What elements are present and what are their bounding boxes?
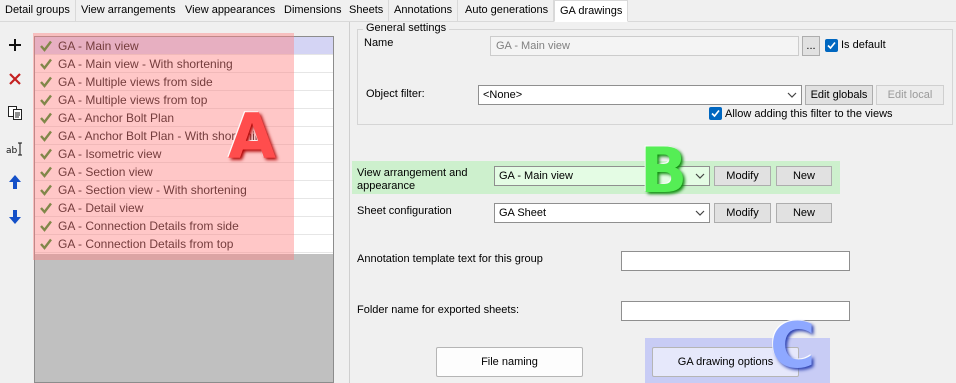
chevron-down-icon: [695, 210, 705, 216]
name-label: Name: [364, 37, 394, 49]
annotation-template-label: Annotation template text for this group: [357, 253, 543, 265]
allow-filter-label: Allow adding this filter to the views: [725, 108, 893, 120]
is-default-label: Is default: [841, 39, 886, 51]
svg-text:ab: ab: [6, 146, 18, 156]
view-arrangement-value: GA - Main view: [499, 170, 573, 182]
tab-detail-groups[interactable]: Detail groups: [0, 0, 76, 21]
copy-icon: [8, 106, 22, 120]
annotation-template-input[interactable]: [621, 251, 850, 271]
panel-divider: [349, 22, 350, 383]
add-button[interactable]: [4, 34, 26, 56]
move-down-button[interactable]: [4, 206, 26, 228]
plus-icon: [9, 39, 21, 51]
annotation-letter-a: A: [228, 100, 276, 173]
delete-button[interactable]: [4, 68, 26, 90]
browse-button[interactable]: ...: [802, 36, 820, 56]
allow-filter-checkbox[interactable]: [709, 107, 722, 120]
tab-annotations[interactable]: Annotations: [389, 0, 459, 21]
general-settings-title: General settings: [363, 22, 450, 34]
annotation-letter-c: C: [770, 309, 816, 382]
object-filter-select[interactable]: <None>: [478, 85, 802, 105]
edit-globals-button[interactable]: Edit globals: [805, 85, 873, 105]
rename-icon: ab: [6, 142, 22, 156]
checkmark-icon: [711, 109, 720, 118]
tab-view-appearances[interactable]: View appearances: [180, 0, 282, 21]
tab-dimensions[interactable]: Dimensions: [279, 0, 348, 21]
name-input[interactable]: GA - Main view: [490, 36, 799, 56]
red-x-icon: [9, 73, 21, 85]
object-filter-value: <None>: [483, 89, 523, 101]
sheet-configuration-value: GA Sheet: [499, 207, 547, 219]
tab-view-arrangements[interactable]: View arrangements: [76, 0, 182, 21]
copy-button[interactable]: [4, 102, 26, 124]
rename-button[interactable]: ab: [4, 138, 26, 160]
chevron-down-icon: [695, 173, 705, 179]
view-arrangement-new-button[interactable]: New: [776, 166, 832, 186]
arrow-up-icon: [9, 175, 21, 189]
edit-local-button[interactable]: Edit local: [876, 85, 944, 105]
arrow-down-icon: [9, 210, 21, 224]
sheet-configuration-select[interactable]: GA Sheet: [494, 203, 710, 223]
object-filter-label: Object filter:: [366, 88, 425, 100]
move-up-button[interactable]: [4, 171, 26, 193]
tab-auto-generations[interactable]: Auto generations: [460, 0, 555, 21]
view-arrangement-label: View arrangement and appearance: [357, 167, 468, 192]
sheet-configuration-new-button[interactable]: New: [776, 203, 832, 223]
folder-name-label: Folder name for exported sheets:: [357, 304, 520, 316]
tab-sheets[interactable]: Sheets: [344, 0, 390, 21]
file-naming-button[interactable]: File naming: [436, 347, 583, 377]
annotation-letter-b: B: [640, 134, 688, 207]
is-default-checkbox[interactable]: [825, 39, 838, 52]
view-arrangement-modify-button[interactable]: Modify: [714, 166, 771, 186]
tab-bar: Detail groups View arrangements View app…: [0, 0, 956, 22]
tab-ga-drawings[interactable]: GA drawings: [554, 0, 629, 22]
chevron-down-icon: [787, 92, 797, 98]
sheet-configuration-label: Sheet configuration: [357, 205, 452, 217]
checkmark-icon: [827, 41, 836, 50]
sheet-configuration-modify-button[interactable]: Modify: [714, 203, 771, 223]
